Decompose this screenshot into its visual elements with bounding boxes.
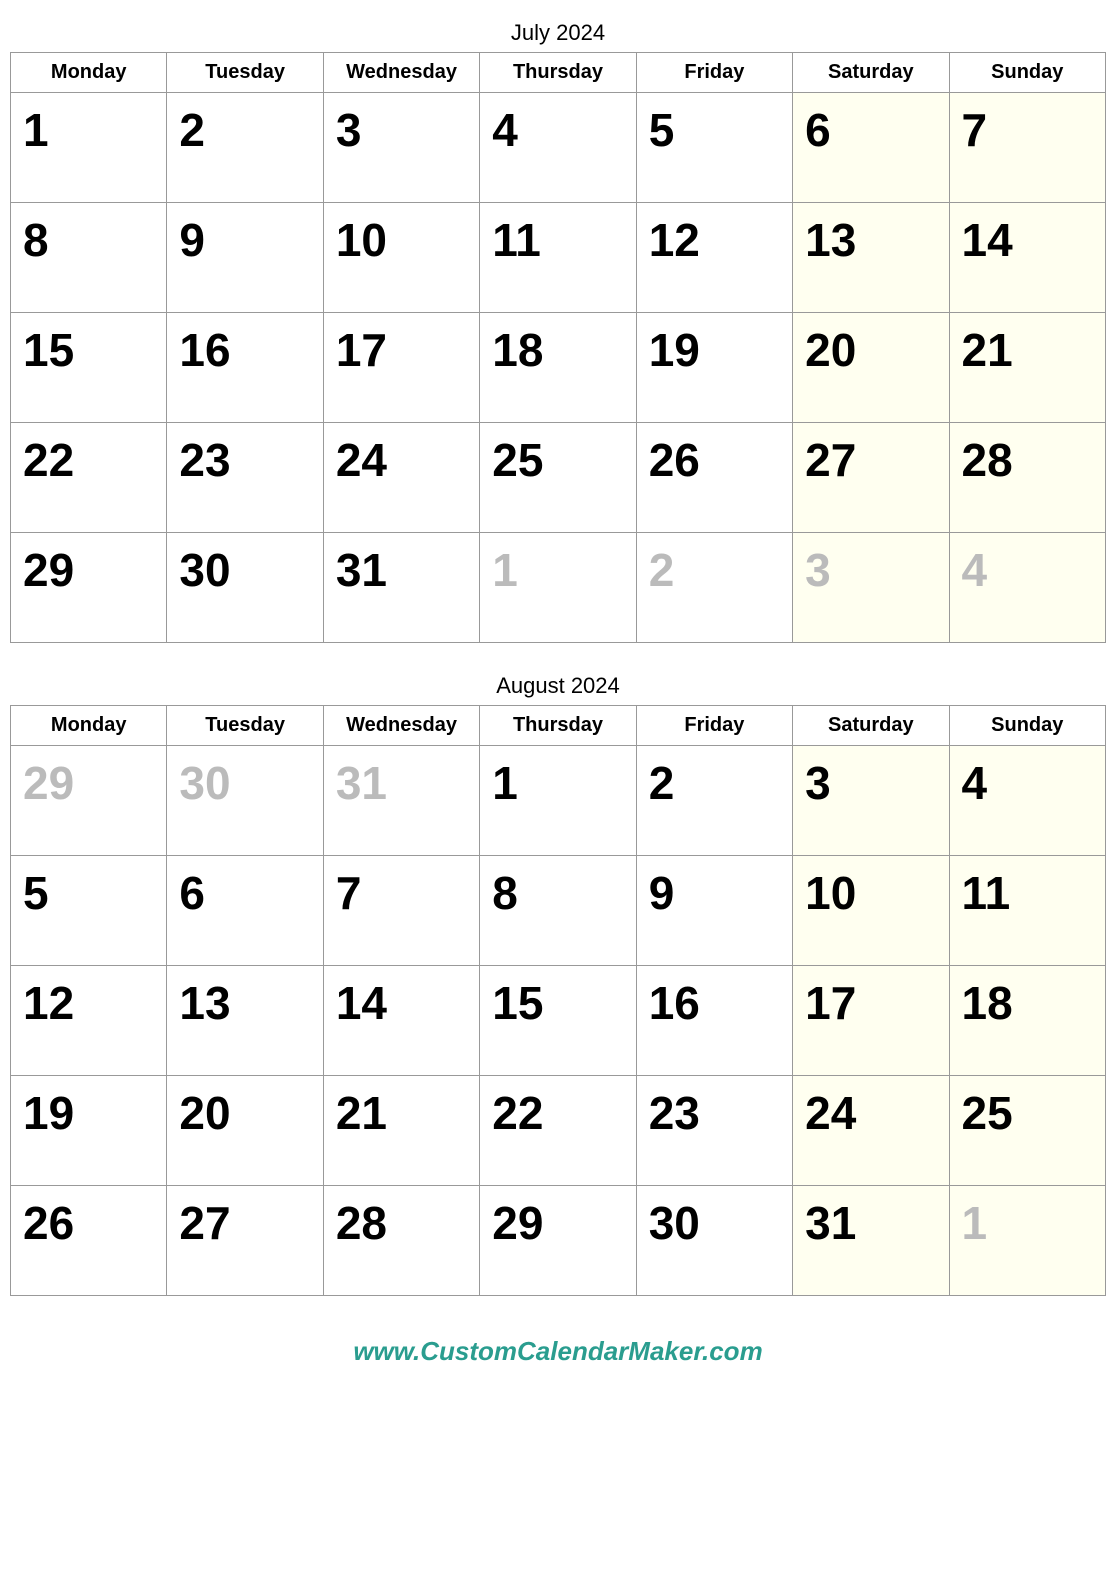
calendar-day[interactable]: 12 — [636, 203, 792, 313]
calendar-day[interactable]: 10 — [793, 856, 949, 966]
calendar-day[interactable]: 30 — [636, 1186, 792, 1296]
calendar-day[interactable]: 30 — [167, 746, 323, 856]
calendar-day[interactable]: 24 — [323, 423, 479, 533]
footer-link[interactable]: www.CustomCalendarMaker.com — [353, 1336, 762, 1366]
calendar-day[interactable]: 14 — [323, 966, 479, 1076]
calendar-day[interactable]: 22 — [11, 423, 167, 533]
calendar-day[interactable]: 13 — [793, 203, 949, 313]
day-header: Sunday — [949, 53, 1105, 93]
calendar-day[interactable]: 13 — [167, 966, 323, 1076]
day-header: Tuesday — [167, 53, 323, 93]
calendar-day[interactable]: 20 — [167, 1076, 323, 1186]
calendar-day[interactable]: 16 — [167, 313, 323, 423]
day-header: Monday — [11, 706, 167, 746]
day-header: Thursday — [480, 706, 636, 746]
calendar-day[interactable]: 5 — [636, 93, 792, 203]
calendar-day[interactable]: 25 — [480, 423, 636, 533]
day-header: Friday — [636, 53, 792, 93]
calendar-day[interactable]: 31 — [793, 1186, 949, 1296]
calendar-day[interactable]: 29 — [480, 1186, 636, 1296]
calendar-day[interactable]: 5 — [11, 856, 167, 966]
calendar-day[interactable]: 28 — [323, 1186, 479, 1296]
calendar-day[interactable]: 19 — [11, 1076, 167, 1186]
calendar-day[interactable]: 1 — [11, 93, 167, 203]
calendar-day[interactable]: 22 — [480, 1076, 636, 1186]
calendar-day[interactable]: 1 — [480, 746, 636, 856]
calendar-day[interactable]: 1 — [480, 533, 636, 643]
day-header: Saturday — [793, 706, 949, 746]
day-header: Wednesday — [323, 53, 479, 93]
day-header: Thursday — [480, 53, 636, 93]
footer: www.CustomCalendarMaker.com — [10, 1326, 1106, 1377]
calendar-day[interactable]: 29 — [11, 746, 167, 856]
calendar-day[interactable]: 9 — [636, 856, 792, 966]
calendar-day[interactable]: 10 — [323, 203, 479, 313]
calendar-day[interactable]: 17 — [793, 966, 949, 1076]
calendar-day[interactable]: 7 — [323, 856, 479, 966]
calendar-day[interactable]: 18 — [480, 313, 636, 423]
calendar-day[interactable]: 18 — [949, 966, 1105, 1076]
calendar-day[interactable]: 26 — [11, 1186, 167, 1296]
calendar-day[interactable]: 31 — [323, 533, 479, 643]
calendar-day[interactable]: 7 — [949, 93, 1105, 203]
calendar-day[interactable]: 19 — [636, 313, 792, 423]
day-header: Sunday — [949, 706, 1105, 746]
calendar-day[interactable]: 11 — [480, 203, 636, 313]
calendar-table: MondayTuesdayWednesdayThursdayFridaySatu… — [10, 52, 1106, 643]
calendar-day[interactable]: 6 — [167, 856, 323, 966]
day-header: Wednesday — [323, 706, 479, 746]
calendar-day[interactable]: 21 — [949, 313, 1105, 423]
day-header: Tuesday — [167, 706, 323, 746]
calendar-container: July 2024MondayTuesdayWednesdayThursdayF… — [10, 20, 1106, 1377]
calendar-day[interactable]: 6 — [793, 93, 949, 203]
day-header: Friday — [636, 706, 792, 746]
day-header: Monday — [11, 53, 167, 93]
calendar-day[interactable]: 2 — [167, 93, 323, 203]
calendar-day[interactable]: 4 — [949, 746, 1105, 856]
calendar-day[interactable]: 27 — [167, 1186, 323, 1296]
calendar-day[interactable]: 27 — [793, 423, 949, 533]
month-title: August 2024 — [10, 673, 1106, 699]
calendar-table: MondayTuesdayWednesdayThursdayFridaySatu… — [10, 705, 1106, 1296]
calendar-day[interactable]: 29 — [11, 533, 167, 643]
calendar-day[interactable]: 28 — [949, 423, 1105, 533]
calendar-day[interactable]: 4 — [480, 93, 636, 203]
calendar-day[interactable]: 3 — [793, 533, 949, 643]
calendar-day[interactable]: 23 — [636, 1076, 792, 1186]
day-header: Saturday — [793, 53, 949, 93]
calendar-day[interactable]: 15 — [480, 966, 636, 1076]
calendar-day[interactable]: 17 — [323, 313, 479, 423]
calendar-day[interactable]: 1 — [949, 1186, 1105, 1296]
calendar-day[interactable]: 4 — [949, 533, 1105, 643]
calendar-day[interactable]: 23 — [167, 423, 323, 533]
month-section: July 2024 MondayTuesdayWednesdayThursdayF… — [10, 20, 1106, 643]
calendar-day[interactable]: 9 — [167, 203, 323, 313]
calendar-day[interactable]: 14 — [949, 203, 1105, 313]
calendar-day[interactable]: 8 — [480, 856, 636, 966]
calendar-day[interactable]: 24 — [793, 1076, 949, 1186]
calendar-day[interactable]: 12 — [11, 966, 167, 1076]
calendar-day[interactable]: 30 — [167, 533, 323, 643]
calendar-day[interactable]: 15 — [11, 313, 167, 423]
calendar-day[interactable]: 3 — [323, 93, 479, 203]
calendar-day[interactable]: 26 — [636, 423, 792, 533]
calendar-day[interactable]: 8 — [11, 203, 167, 313]
month-title: July 2024 — [10, 20, 1106, 46]
calendar-day[interactable]: 20 — [793, 313, 949, 423]
calendar-day[interactable]: 31 — [323, 746, 479, 856]
calendar-day[interactable]: 2 — [636, 746, 792, 856]
month-section: August 2024 MondayTuesdayWednesdayThursda… — [10, 673, 1106, 1296]
calendar-day[interactable]: 25 — [949, 1076, 1105, 1186]
calendar-day[interactable]: 21 — [323, 1076, 479, 1186]
calendar-day[interactable]: 11 — [949, 856, 1105, 966]
calendar-day[interactable]: 2 — [636, 533, 792, 643]
calendar-day[interactable]: 16 — [636, 966, 792, 1076]
calendar-day[interactable]: 3 — [793, 746, 949, 856]
